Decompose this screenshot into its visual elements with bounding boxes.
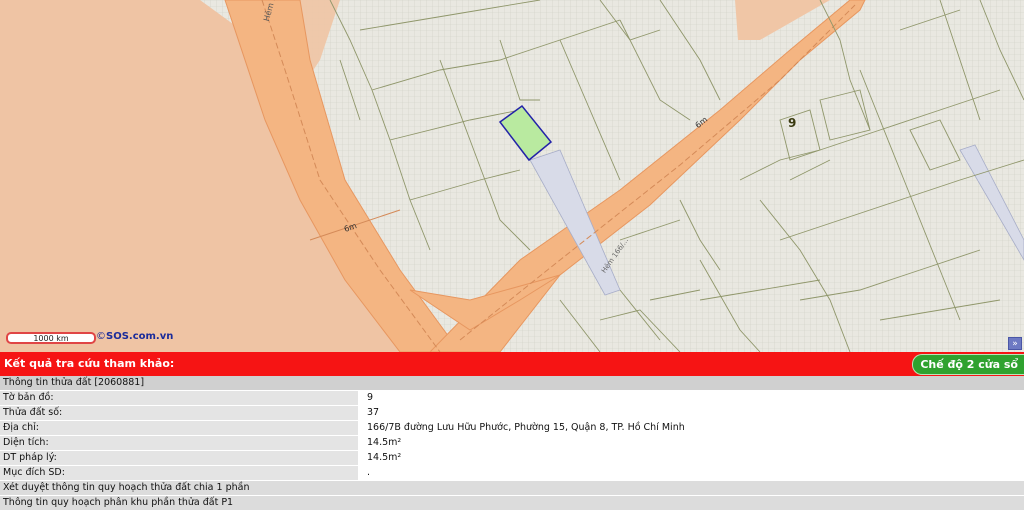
field-label: Diện tích: bbox=[0, 435, 364, 451]
field-value: 37 bbox=[361, 405, 1024, 421]
copyright-symbol: © bbox=[96, 331, 106, 342]
table-row: DT pháp lý: 14.5m² bbox=[0, 450, 1024, 466]
planning-section-title[interactable]: Xét duyệt thông tin quy hoạch thửa đất c… bbox=[0, 480, 1024, 496]
table-row: Thửa đất số: 37 bbox=[0, 405, 1024, 421]
map-credit: ©SOS.com.vn bbox=[96, 331, 173, 342]
field-label: Thửa đất số: bbox=[0, 405, 364, 421]
table-row: Mục đích SD: . bbox=[0, 465, 1024, 481]
table-row: Tờ bản đồ: 9 bbox=[0, 390, 1024, 406]
scale-bar: 1000 km bbox=[6, 332, 96, 344]
table-row: Thông tin quy hoạch phân khu phần thửa đ… bbox=[0, 495, 1024, 511]
field-label: Địa chỉ: bbox=[0, 420, 364, 436]
parcel-info-header-row: Thông tin thửa đất [2060881] bbox=[0, 376, 1024, 391]
parcel-info-table: Thông tin thửa đất [2060881] Tờ bản đồ: … bbox=[0, 376, 1024, 511]
table-row: Địa chỉ: 166/7B đường Lưu Hữu Phước, Phư… bbox=[0, 420, 1024, 436]
result-title: Kết quả tra cứu tham khảo: bbox=[4, 357, 175, 370]
table-row: Xét duyệt thông tin quy hoạch thửa đất c… bbox=[0, 480, 1024, 496]
field-value: 9 bbox=[361, 390, 1024, 406]
result-header-bar: Kết quả tra cứu tham khảo: Chế độ 2 cửa … bbox=[0, 352, 1024, 376]
map-view[interactable]: 9 6m 6m Hẻm 166/1 Lưu Hẻm 166/... 1000 k… bbox=[0, 0, 1024, 352]
field-label: DT pháp lý: bbox=[0, 450, 364, 466]
planning-subsection-title[interactable]: Thông tin quy hoạch phân khu phần thửa đ… bbox=[0, 495, 1024, 511]
two-window-mode-button[interactable]: Chế độ 2 cửa sổ bbox=[912, 354, 1024, 375]
expand-panel-button[interactable]: » bbox=[1008, 337, 1022, 350]
parcel-number-label: 9 bbox=[788, 116, 797, 130]
credit-text: SOS.com.vn bbox=[106, 331, 174, 342]
field-label: Tờ bản đồ: bbox=[0, 390, 364, 406]
field-value: . bbox=[361, 465, 1024, 481]
field-value: 14.5m² bbox=[361, 450, 1024, 466]
cadastral-map bbox=[0, 0, 1024, 352]
field-value: 14.5m² bbox=[361, 435, 1024, 451]
parcel-info-header: Thông tin thửa đất [2060881] bbox=[0, 376, 1024, 391]
field-label: Mục đích SD: bbox=[0, 465, 364, 481]
field-value: 166/7B đường Lưu Hữu Phước, Phường 15, Q… bbox=[361, 420, 1024, 436]
table-row: Diện tích: 14.5m² bbox=[0, 435, 1024, 451]
